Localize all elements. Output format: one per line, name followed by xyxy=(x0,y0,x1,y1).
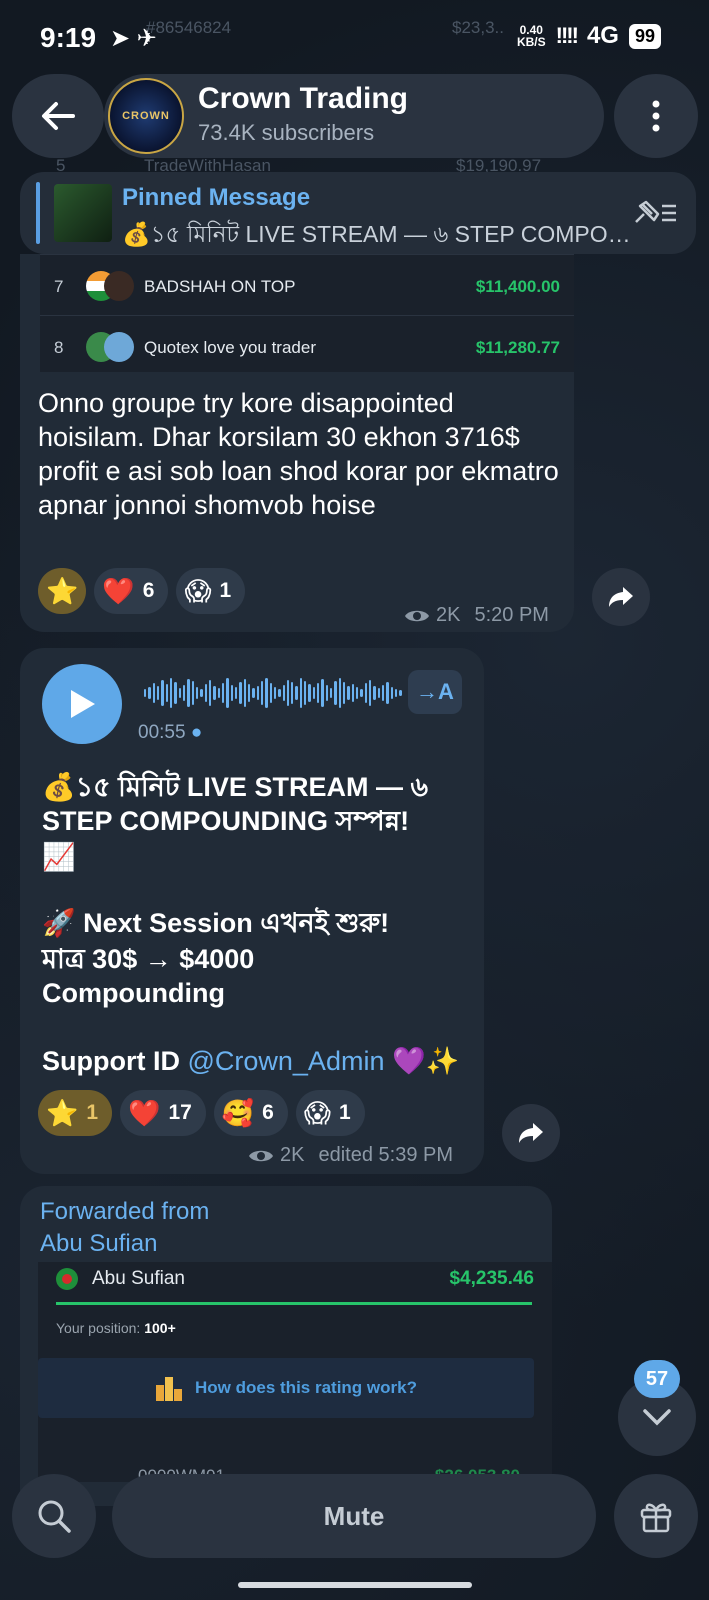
post-line-6: Compounding xyxy=(42,978,225,1008)
notification-icons: ➤ ✈ xyxy=(110,25,157,52)
message-meta: 2K edited 5:39 PM xyxy=(248,1144,453,1167)
play-icon xyxy=(71,690,95,718)
subscriber-count: 73.4K subscribers xyxy=(198,120,375,145)
search-icon xyxy=(38,1500,71,1533)
unread-badge: 57 xyxy=(634,1360,680,1398)
network-type: 4G xyxy=(586,22,619,49)
board-value: $4,235.46 xyxy=(449,1268,534,1289)
clock: 9:19 xyxy=(40,22,97,53)
transcribe-button[interactable]: →A xyxy=(408,670,462,714)
row-value: $11,400.00 xyxy=(475,277,560,296)
avatar-icon xyxy=(104,332,134,362)
share-arrow-icon xyxy=(609,587,633,607)
reaction-heart[interactable]: ❤️ 6 xyxy=(94,568,169,614)
pinned-message-bar[interactable]: Pinned Message 💰১৫ মিনিট LIVE STREAM — ৬… xyxy=(20,172,696,254)
row-name: Quotex love you trader xyxy=(144,338,316,357)
more-menu-button[interactable] xyxy=(614,74,698,158)
gift-button[interactable] xyxy=(614,1474,698,1558)
play-button[interactable] xyxy=(42,664,122,744)
pin-list-icon xyxy=(635,200,676,223)
leaderboard-image: Abu Sufian $4,235.46 Your position: 100+… xyxy=(38,1262,552,1482)
share-button[interactable] xyxy=(592,568,650,626)
arrow-left-icon xyxy=(42,102,75,130)
post-line-2: STEP COMPOUNDING সম্পন্ন! xyxy=(42,806,410,836)
more-vertical-icon xyxy=(652,100,660,132)
net-speed: 0.40 KB/S xyxy=(516,23,546,49)
row-value: $11,280.77 xyxy=(475,338,560,357)
flag-icon xyxy=(56,1268,78,1290)
share-button[interactable] xyxy=(502,1104,560,1162)
forwarded-header[interactable]: Forwarded from Abu Sufian xyxy=(40,1196,209,1260)
avatar-icon xyxy=(104,271,134,301)
support-link[interactable]: @Crown_Admin xyxy=(187,1046,384,1076)
channel-avatar[interactable]: CROWN xyxy=(108,78,184,154)
signal-icon: !!!! xyxy=(555,23,579,48)
pinned-title: Pinned Message xyxy=(122,184,311,211)
leaderboard-row: 7 BADSHAH ON TOP $11,400.00 xyxy=(40,254,574,316)
share-arrow-icon xyxy=(519,1123,543,1143)
reaction-scream[interactable]: 😱 1 xyxy=(295,1090,365,1136)
reactions-bar: ⭐ ❤️ 6 😱 1 xyxy=(38,568,246,614)
support-line: Support ID @Crown_Admin 💜✨ xyxy=(42,1046,460,1076)
chart-emoji: 📈 xyxy=(42,842,76,872)
message-time: edited 5:39 PM xyxy=(318,1144,453,1166)
view-count: 2K xyxy=(280,1144,305,1166)
row-rank: 7 xyxy=(54,277,64,296)
reaction-star[interactable]: ⭐ xyxy=(38,568,87,614)
rating-info-link: How does this rating work? xyxy=(38,1358,534,1418)
avatar-logo-text: CROWN xyxy=(122,110,170,122)
back-button[interactable] xyxy=(12,74,104,158)
home-indicator xyxy=(238,1582,472,1588)
audio-duration: 00:55 ● xyxy=(138,722,203,743)
leaderboard-row: 8 Quotex love you trader $11,280.77 xyxy=(40,316,574,372)
eye-icon xyxy=(405,610,429,621)
forwarded-label: Forwarded from xyxy=(40,1198,210,1225)
progress-bar xyxy=(56,1302,532,1305)
pinned-list-button[interactable] xyxy=(632,198,678,233)
post-line-4: 🚀 Next Session এখনই শুরু! xyxy=(42,908,390,938)
leaderboard-image: 7 BADSHAH ON TOP $11,400.00 8 Quotex lov… xyxy=(40,254,574,372)
message-time: 5:20 PM xyxy=(474,604,549,626)
pinned-indicator xyxy=(36,182,40,244)
reaction-heart[interactable]: ❤️ 17 xyxy=(120,1090,206,1136)
podium-icon xyxy=(156,1377,183,1401)
message-text: Onno groupe try kore disappointed hoisil… xyxy=(38,388,559,520)
reaction-star[interactable]: ⭐ 1 xyxy=(38,1090,113,1136)
message-meta: 2K 5:20 PM xyxy=(404,604,549,627)
battery-icon: 99 xyxy=(628,23,661,49)
reactions-bar: ⭐ 1 ❤️ 17 🥰 6 😱 1 xyxy=(38,1090,365,1136)
gift-icon xyxy=(640,1503,672,1533)
forwarded-source: Abu Sufian xyxy=(40,1230,158,1257)
board-name: Abu Sufian xyxy=(92,1268,185,1289)
chevron-down-icon xyxy=(643,1409,671,1426)
search-button[interactable] xyxy=(12,1474,96,1558)
eye-icon xyxy=(249,1150,273,1161)
reaction-scream[interactable]: 😱 1 xyxy=(176,568,246,614)
channel-header[interactable]: CROWN Crown Trading 73.4K subscribers xyxy=(104,74,604,158)
row-name: BADSHAH ON TOP xyxy=(144,277,296,296)
post-line-5: মাত্র 30$ → $4000 xyxy=(42,944,255,974)
channel-title: Crown Trading xyxy=(198,82,408,115)
position-info: Your position: 100+ xyxy=(56,1320,176,1336)
post-line-1: 💰১৫ মিনিট LIVE STREAM — ৬ xyxy=(42,772,428,802)
audio-waveform[interactable] xyxy=(144,676,402,710)
row-rank: 8 xyxy=(54,338,64,357)
mute-button[interactable]: Mute xyxy=(112,1474,596,1558)
view-count: 2K xyxy=(436,604,461,626)
pinned-preview: 💰১৫ মিনিট LIVE STREAM — ৬ STEP COMPOUNDI… xyxy=(122,221,632,247)
reaction-love-face[interactable]: 🥰 6 xyxy=(213,1090,288,1136)
status-bar: 9:19 ➤ ✈ 0.40 KB/S !!!! 4G 99 xyxy=(0,0,709,72)
pinned-thumbnail xyxy=(54,184,112,242)
